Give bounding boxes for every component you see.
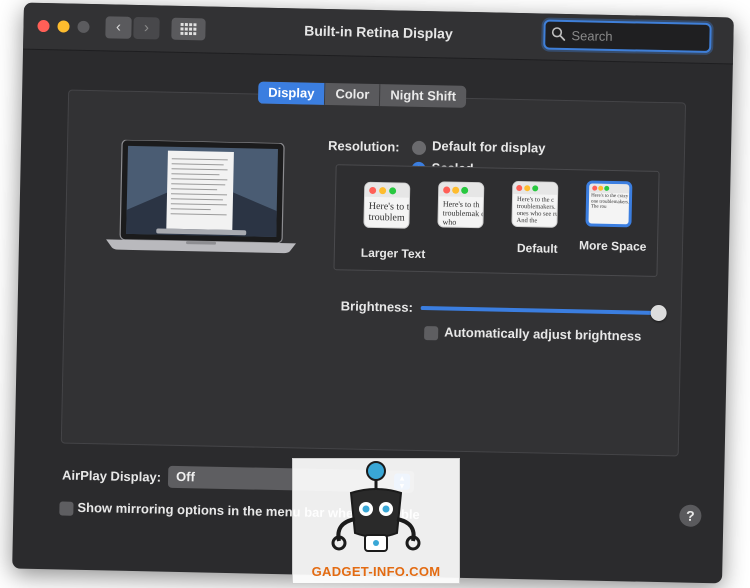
title-bar: ‹ › Built-in Retina Display (23, 2, 734, 65)
tab-color[interactable]: Color (325, 82, 381, 107)
macbook-preview-icon (106, 139, 297, 254)
robot-mascot-icon (331, 461, 421, 552)
scale-preview-text: Here's to th troublemak ones who (442, 199, 485, 227)
brightness-label: Brightness: (340, 298, 414, 315)
search-input[interactable] (569, 25, 704, 48)
scaled-resolution-options: Here's to the troublem Larger Text Here'… (333, 164, 660, 277)
tab-display[interactable]: Display (257, 81, 326, 105)
search-icon (551, 27, 566, 41)
help-button[interactable]: ? (679, 504, 702, 527)
search-field[interactable] (543, 19, 712, 54)
scale-option-default[interactable]: Here's to the c troublemakers. ones who … (511, 180, 559, 228)
scale-preview-text: Here's to the c troublemakers. ones who … (516, 195, 559, 225)
default-for-display-label: Default for display (431, 138, 546, 156)
radio-default-for-display[interactable] (411, 140, 427, 156)
airplay-display-value: Off (175, 468, 196, 485)
watermark-text: GADGET-INFO.COM (311, 564, 441, 579)
preference-tabs: Display Color Night Shift (257, 81, 467, 108)
scale-label-larger-text: Larger Text (360, 245, 426, 262)
tab-night-shift[interactable]: Night Shift (380, 84, 466, 108)
scale-label-default: Default (516, 241, 558, 256)
scale-option-2[interactable]: Here's to th troublemak ones who (437, 181, 485, 229)
scale-preview-text: Here's to the troublem (368, 200, 411, 224)
auto-brightness-label: Automatically adjust brightness (444, 324, 642, 344)
scale-option-more-space[interactable]: Here's to the crazy one troublemakers. T… (585, 180, 633, 228)
mirroring-options-checkbox[interactable] (59, 501, 74, 516)
brightness-slider-knob[interactable] (650, 304, 667, 322)
airplay-display-label: AirPlay Display: (61, 467, 162, 485)
watermark-logo: GADGET-INFO.COM (292, 458, 460, 584)
scale-option-larger-text[interactable]: Here's to the troublem (363, 181, 411, 229)
resolution-label: Resolution: (327, 138, 400, 155)
scale-label-more-space: More Space (578, 238, 647, 254)
brightness-slider[interactable] (420, 306, 659, 315)
scale-preview-text: Here's to the crazy one troublemakers. T… (590, 193, 630, 210)
auto-brightness-checkbox[interactable] (424, 326, 439, 341)
display-settings-panel: Resolution: Default for display Scaled H… (60, 89, 687, 457)
